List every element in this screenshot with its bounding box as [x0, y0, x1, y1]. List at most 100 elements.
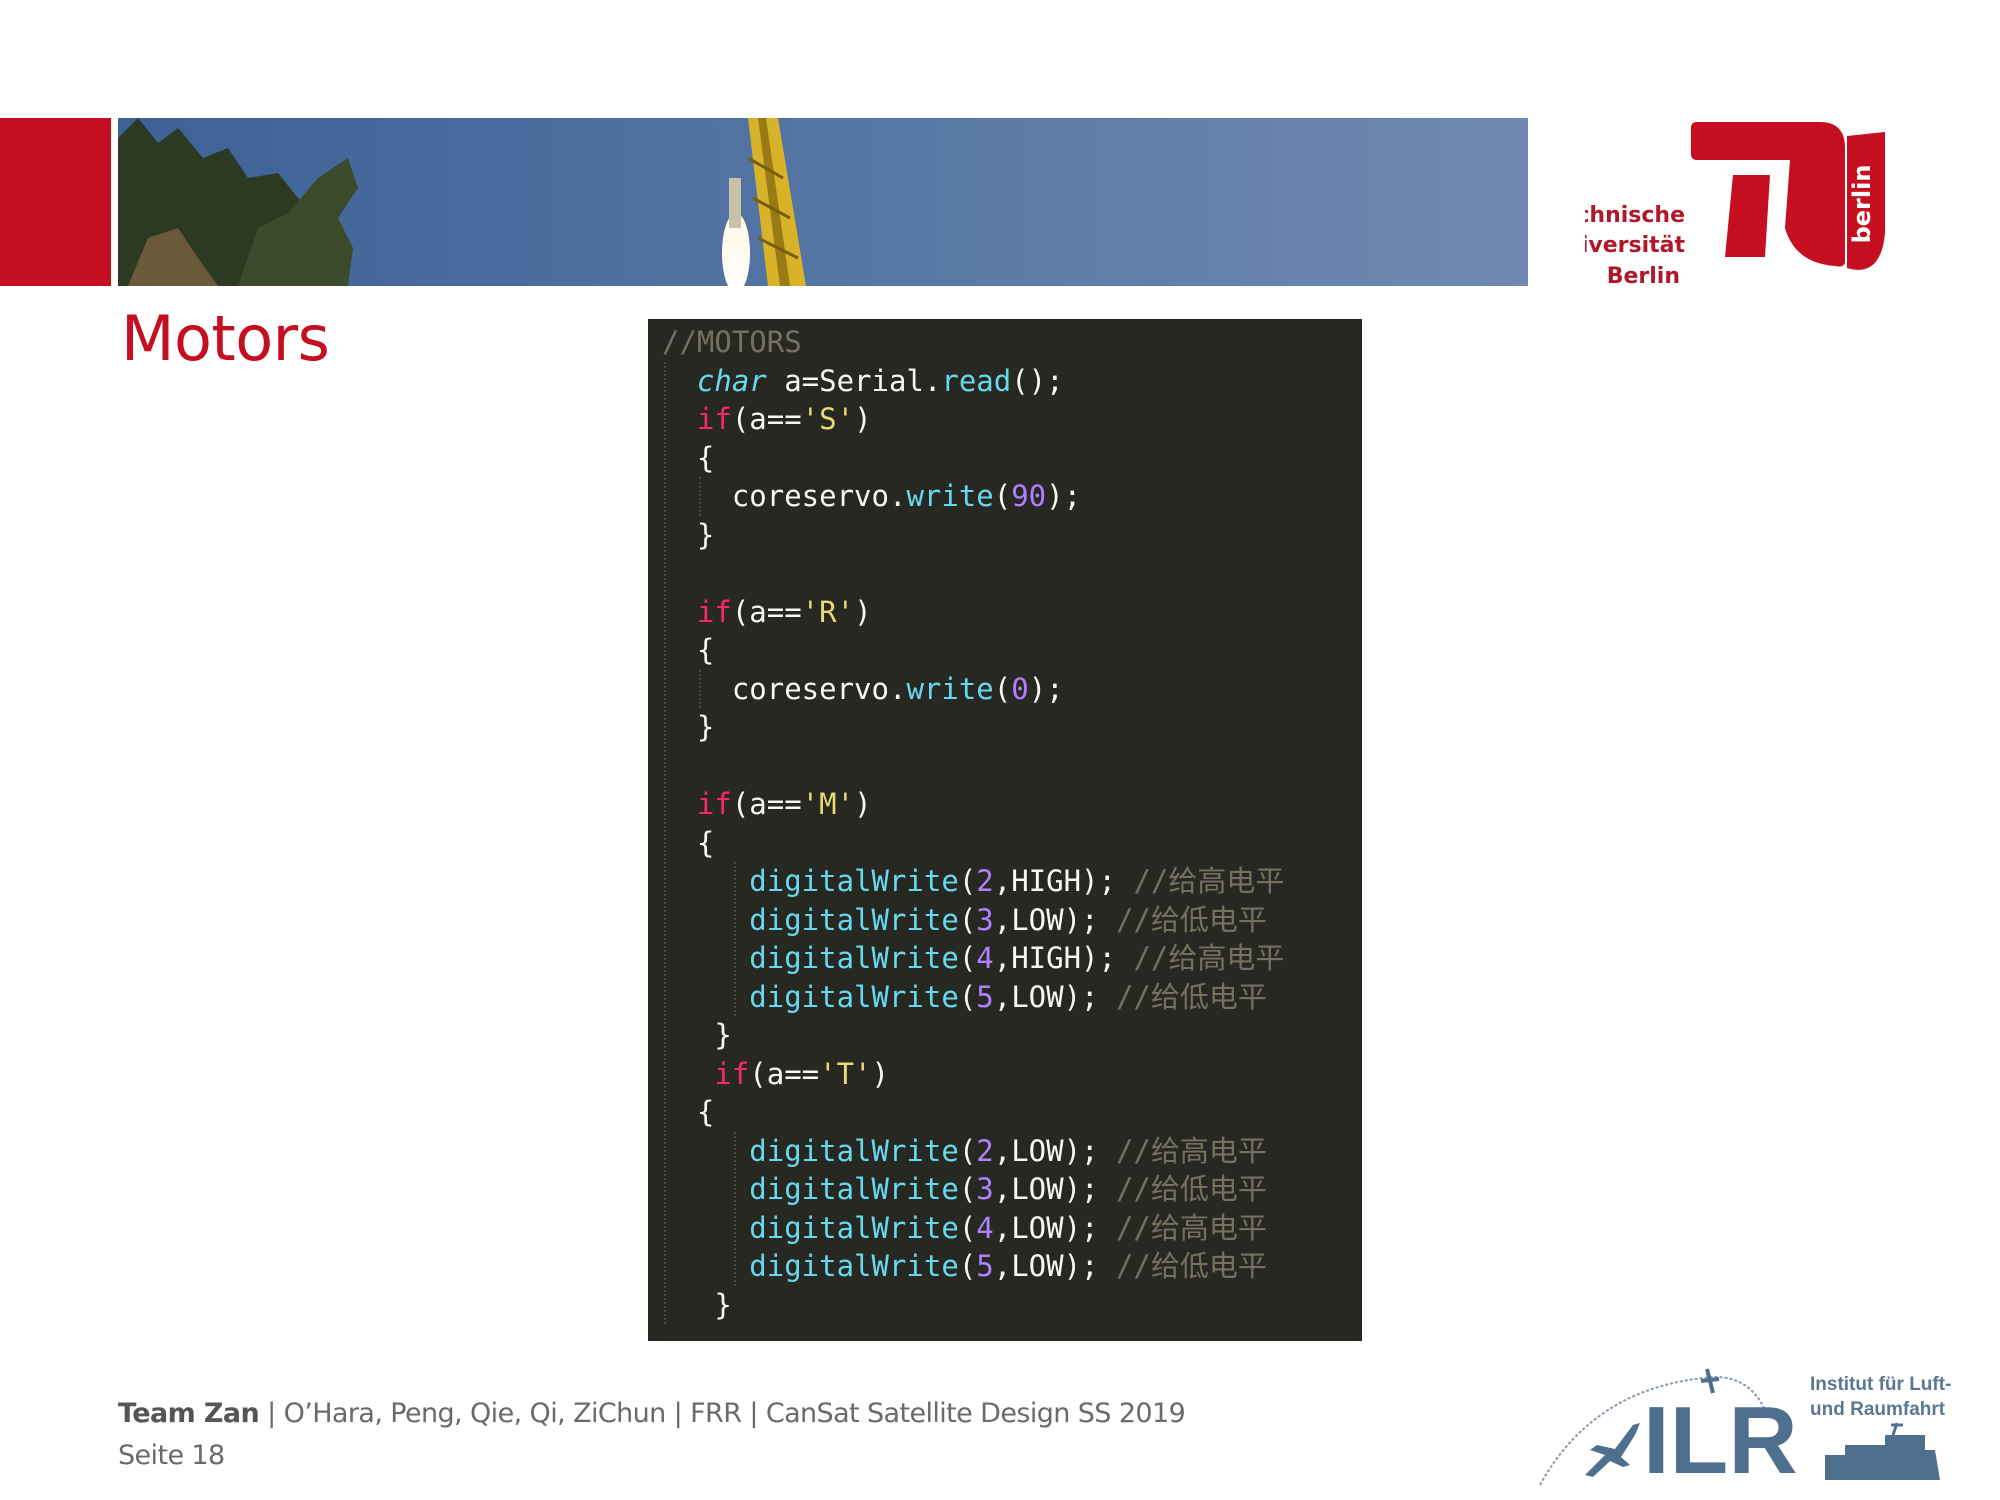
code-token-kw: if — [696, 402, 732, 436]
code-line: { — [697, 631, 714, 669]
code-token-plain: } — [714, 1018, 732, 1052]
code-token-plain: (a== — [749, 1056, 820, 1091]
code-token-plain: ( — [958, 979, 977, 1014]
code-line: if(a=='M') — [697, 785, 872, 823]
tu-logo-vertical-text: berlin — [1848, 165, 1876, 244]
svg-text:ILR: ILR — [1643, 1387, 1798, 1494]
code-token-fn: digitalWrite — [749, 1210, 959, 1245]
code-token-plain: } — [696, 710, 715, 744]
code-token-plain: ,HIGH); — [993, 864, 1134, 898]
code-line: { — [697, 1093, 714, 1131]
code-token-plain: ) — [871, 1056, 889, 1091]
code-token-fn: digitalWrite — [749, 1172, 959, 1206]
code-token-plain: ( — [993, 479, 1012, 513]
code-token-num: 4 — [976, 941, 994, 975]
launch-tower — [747, 118, 806, 286]
code-token-comment: //给低电平 — [1115, 979, 1267, 1014]
svg-text:Berlin: Berlin — [1607, 264, 1680, 289]
code-line: if(a=='S') — [697, 400, 872, 438]
code-line: //MOTORS — [662, 323, 802, 361]
code-token-plain: { — [696, 633, 715, 667]
code-token-num: 5 — [976, 979, 994, 1014]
page-number: Seite 18 — [118, 1440, 225, 1471]
code-token-plain: ( — [958, 902, 977, 937]
code-token-plain: ( — [958, 1210, 977, 1245]
code-token-plain: } — [696, 517, 715, 552]
code-token-comment: //MOTORS — [662, 325, 802, 359]
code-token-plain: ,LOW); — [993, 902, 1116, 937]
code-token-plain: ,LOW); — [993, 979, 1116, 1014]
code-token-num: 0 — [1011, 671, 1029, 706]
code-token-str: 'S' — [801, 402, 855, 436]
code-token-num: 5 — [976, 1249, 994, 1283]
tree — [118, 118, 358, 286]
code-token-plain: ) — [854, 402, 872, 436]
code-token-num: 90 — [1011, 479, 1047, 513]
code-token-plain: ) — [854, 787, 872, 821]
code-token-plain: ( — [958, 864, 977, 898]
rocket-launch-image — [118, 118, 806, 286]
footer-details: | O’Hara, Peng, Qie, Qi, ZiChun | FRR | … — [259, 1398, 1186, 1429]
code-token-plain: (); — [1011, 363, 1064, 398]
header-red-block — [0, 118, 111, 286]
code-token-kw: if — [696, 594, 732, 629]
code-token-plain: ,LOW); — [993, 1249, 1116, 1283]
svg-text:und Raumfahrt: und Raumfahrt — [1810, 1399, 1946, 1420]
code-token-plain: ,LOW); — [993, 1210, 1116, 1245]
code-line: char a=Serial.read(); — [697, 362, 1064, 400]
code-token-plain: (a== — [731, 402, 802, 436]
indent-guide — [664, 361, 666, 1324]
code-token-plain: a=Serial. — [766, 363, 942, 398]
code-token-fn: digitalWrite — [749, 902, 959, 937]
code-line: } — [697, 516, 714, 554]
code-line: if(a=='R') — [697, 593, 872, 631]
code-token-plain: (a== — [731, 594, 802, 629]
code-token-fn: digitalWrite — [749, 1249, 959, 1283]
code-token-plain: ,LOW); — [993, 1133, 1116, 1168]
code-token-type: char — [696, 363, 767, 398]
svg-text:Universität: Universität — [1585, 233, 1685, 258]
code-token-num: 2 — [976, 864, 994, 898]
code-token-plain: coreservo. — [731, 479, 907, 513]
slide-title: Motors — [121, 302, 330, 375]
code-token-plain: { — [696, 1095, 715, 1129]
code-line: digitalWrite(2,HIGH); //给高电平 — [749, 862, 1284, 900]
code-token-plain: ,LOW); — [993, 1172, 1116, 1206]
code-token-fn: digitalWrite — [749, 864, 959, 898]
code-token-comment: //给高电平 — [1133, 864, 1285, 898]
code-token-plain: { — [696, 825, 715, 860]
code-line: coreservo.write(90); — [732, 477, 1081, 515]
indent-guide — [698, 477, 701, 516]
code-token-comment: //给高电平 — [1133, 941, 1285, 975]
code-token-fn: digitalWrite — [749, 979, 959, 1014]
code-line: { — [697, 824, 714, 862]
header-banner-photo — [118, 118, 1528, 286]
code-line: digitalWrite(2,LOW); //给高电平 — [749, 1132, 1267, 1170]
code-token-plain: ,HIGH); — [993, 941, 1134, 975]
code-token-plain: ( — [958, 941, 977, 975]
code-token-num: 3 — [976, 1172, 994, 1206]
code-line: if(a=='T') — [714, 1055, 889, 1093]
code-token-fn: read — [941, 363, 1012, 398]
code-line: digitalWrite(5,LOW); //给低电平 — [749, 978, 1267, 1016]
footer-team: Team Zan — [118, 1398, 260, 1429]
code-token-str: 'R' — [801, 594, 855, 629]
code-token-fn: digitalWrite — [749, 941, 959, 975]
code-token-num: 2 — [976, 1133, 994, 1168]
code-token-fn: write — [906, 479, 994, 513]
svg-text:Technische: Technische — [1585, 203, 1685, 228]
code-token-kw: if — [714, 1056, 750, 1091]
rocket-plume — [722, 178, 750, 286]
code-token-str: 'T' — [819, 1056, 872, 1091]
code-line: digitalWrite(4,LOW); //给高电平 — [749, 1209, 1267, 1247]
code-token-plain: coreservo. — [731, 671, 907, 706]
code-token-str: 'M' — [801, 787, 855, 821]
code-token-kw: if — [696, 787, 732, 821]
svg-text:Institut für Luft-: Institut für Luft- — [1810, 1374, 1951, 1395]
code-token-comment: //给高电平 — [1115, 1210, 1267, 1245]
code-line: digitalWrite(4,HIGH); //给高电平 — [749, 939, 1284, 977]
code-token-comment: //给低电平 — [1115, 902, 1267, 937]
code-token-num: 3 — [976, 902, 994, 937]
code-token-num: 4 — [976, 1210, 994, 1245]
indent-guide — [698, 669, 701, 708]
